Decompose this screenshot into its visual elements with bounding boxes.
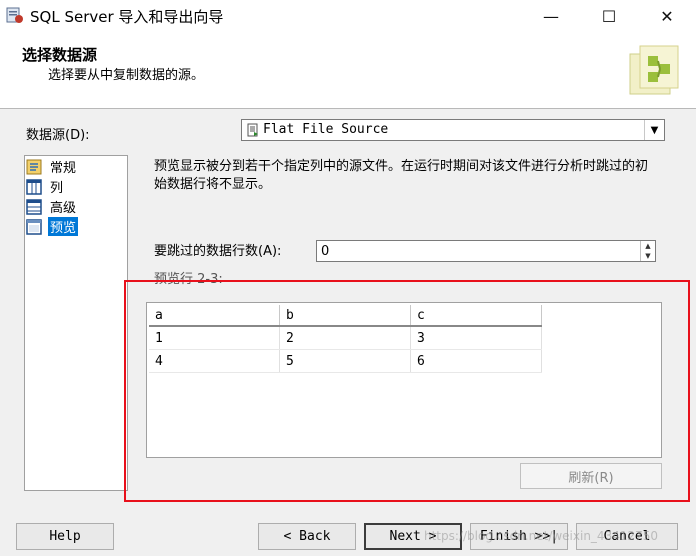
close-button[interactable]: ✕ (644, 0, 690, 32)
nav-item-label: 预览 (48, 217, 79, 236)
page-title: 选择数据源 (22, 46, 98, 64)
advanced-icon (26, 198, 42, 215)
wizard-logo-icon (629, 45, 679, 95)
watermark-text: https://blog.csdn.net/weixin_43412750 (424, 529, 659, 543)
general-icon (26, 159, 42, 174)
flat-file-icon (247, 123, 258, 137)
nav-item-advanced[interactable]: 高级 (26, 197, 78, 216)
data-source-value: Flat File Source (263, 122, 389, 137)
nav-item-label: 常规 (50, 161, 77, 176)
nav-item-label: 高级 (50, 201, 77, 216)
page-nav-list: 常规 列 高级 预览 (24, 155, 128, 491)
skip-rows-label: 要跳过的数据行数(A): (154, 244, 282, 259)
data-source-label: 数据源(D): (26, 128, 90, 143)
columns-icon (26, 178, 42, 195)
nav-item-general[interactable]: 常规 (26, 157, 78, 176)
title-bar: SQL Server 导入和导出向导 — ☐ ✕ (0, 0, 696, 32)
skip-rows-stepper[interactable]: 0 ▲ ▼ (316, 240, 656, 262)
nav-item-columns[interactable]: 列 (26, 177, 65, 196)
nav-item-preview[interactable]: 预览 (26, 217, 79, 236)
window-title: SQL Server 导入和导出向导 (30, 8, 224, 26)
spin-arrows-icon[interactable]: ▲ ▼ (640, 241, 655, 261)
data-source-select[interactable]: Flat File Source ▼ (241, 119, 665, 141)
help-button[interactable]: Help (16, 523, 114, 550)
maximize-button[interactable]: ☐ (586, 0, 632, 32)
skip-rows-value: 0 (321, 244, 330, 259)
chevron-down-icon[interactable]: ▼ (644, 120, 664, 140)
page-subtitle: 选择要从中复制数据的源。 (48, 68, 205, 83)
back-button[interactable]: < Back (258, 523, 356, 550)
highlight-annotation-box (124, 280, 690, 502)
minimize-button[interactable]: — (528, 0, 574, 32)
preview-icon (26, 218, 42, 235)
nav-item-label: 列 (50, 181, 64, 196)
preview-description: 预览显示被分到若干个指定列中的源文件。在运行时期间对该文件进行分析时跳过的初始数… (154, 159, 649, 192)
sql-server-app-icon (6, 7, 23, 23)
